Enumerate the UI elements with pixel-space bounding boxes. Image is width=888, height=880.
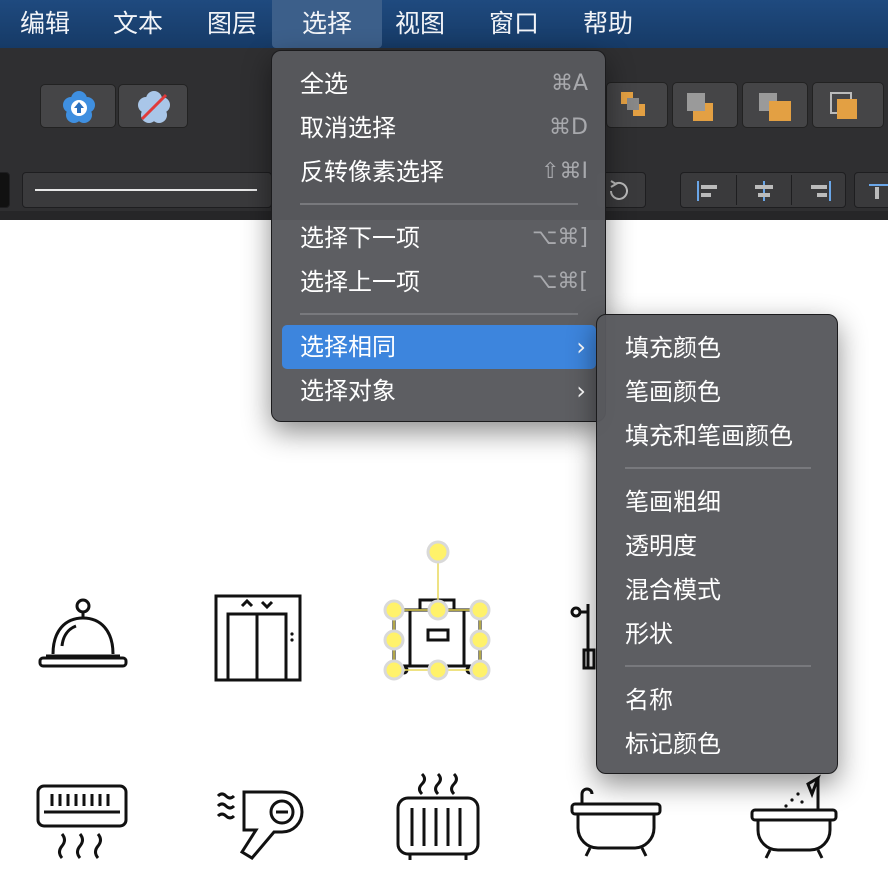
luggage-icon[interactable] — [380, 540, 496, 686]
send-backward-button[interactable] — [672, 82, 738, 128]
chevron-right-icon: › — [576, 377, 586, 405]
service-bell-icon[interactable] — [36, 596, 130, 672]
bathtub-icon[interactable] — [568, 786, 664, 858]
menu-bar: 编辑 文本 图层 选择 视图 窗口 帮助 — [0, 0, 888, 48]
select-menu: 全选 ⌘A 取消选择 ⌘D 反转像素选择 ⇧⌘I 选择下一项 ⌥⌘] 选择上一项… — [271, 50, 606, 422]
submenu-item-opacity[interactable]: 透明度 — [607, 524, 829, 568]
align-right-icon[interactable] — [805, 179, 833, 203]
submenu-item-fill-color[interactable]: 填充颜色 — [607, 326, 829, 370]
submenu-item-shape[interactable]: 形状 — [607, 612, 829, 656]
shortcut-label: ⌥⌘[ — [532, 269, 588, 294]
menu-item-select-object[interactable]: 选择对象 › — [282, 369, 596, 413]
air-conditioner-icon[interactable] — [34, 782, 130, 862]
menu-item-label: 全选 — [300, 70, 348, 98]
flower-no-fill-icon — [138, 91, 170, 123]
menu-edit[interactable]: 编辑 — [0, 0, 90, 48]
shape-upload-button[interactable] — [40, 84, 116, 128]
flower-upload-icon — [63, 91, 95, 123]
arrange-back-icon — [687, 93, 713, 121]
send-to-back-button[interactable] — [812, 82, 884, 128]
menu-item-select-previous[interactable]: 选择上一项 ⌥⌘[ — [282, 260, 588, 304]
shortcut-label: ⌘D — [549, 115, 588, 140]
chevron-right-icon: › — [576, 333, 586, 361]
menu-item-label: 选择下一项 — [300, 224, 420, 252]
menu-item-label: 选择对象 — [300, 377, 396, 405]
menu-item-deselect[interactable]: 取消选择 ⌘D — [282, 106, 588, 150]
shortcut-label: ⇧⌘I — [541, 159, 588, 184]
menu-item-label: 反转像素选择 — [300, 158, 444, 186]
menu-item-invert-pixel-selection[interactable]: 反转像素选择 ⇧⌘I — [282, 150, 588, 194]
stroke-style-field[interactable] — [22, 172, 272, 208]
menu-help[interactable]: 帮助 — [562, 0, 654, 48]
align-top-button[interactable] — [854, 172, 888, 208]
menu-separator — [300, 313, 578, 315]
bring-forward-button[interactable] — [606, 82, 668, 128]
shower-bathtub-icon[interactable] — [746, 770, 842, 860]
submenu-item-stroke-color[interactable]: 笔画颜色 — [607, 370, 829, 414]
submenu-item-name[interactable]: 名称 — [607, 678, 829, 722]
align-group — [680, 172, 846, 208]
menu-separator — [625, 467, 811, 469]
menu-text[interactable]: 文本 — [92, 0, 184, 48]
submenu-item-fill-and-stroke-color[interactable]: 填充和笔画颜色 — [607, 414, 829, 458]
menu-item-select-same[interactable]: 选择相同 › — [282, 325, 596, 369]
bring-to-front-button[interactable] — [742, 82, 808, 128]
menu-item-label: 选择上一项 — [300, 268, 420, 296]
shape-no-fill-button[interactable] — [118, 84, 188, 128]
menu-view[interactable]: 视图 — [374, 0, 466, 48]
shortcut-label: ⌘A — [550, 71, 588, 96]
submenu-item-blend-mode[interactable]: 混合模式 — [607, 568, 829, 612]
heater-icon[interactable] — [394, 770, 482, 862]
color-swatch[interactable] — [0, 172, 10, 208]
shortcut-label: ⌥⌘] — [532, 225, 588, 250]
elevator-icon[interactable] — [212, 592, 304, 684]
submenu-item-tag-color[interactable]: 标记颜色 — [607, 722, 829, 766]
menu-separator — [625, 665, 811, 667]
submenu-item-stroke-width[interactable]: 笔画粗细 — [607, 480, 829, 524]
align-left-icon[interactable] — [695, 179, 723, 203]
select-same-submenu: 填充颜色 笔画颜色 填充和笔画颜色 笔画粗细 透明度 混合模式 形状 名称 标记… — [596, 314, 838, 774]
align-center-icon[interactable] — [750, 179, 778, 203]
menu-window[interactable]: 窗口 — [468, 0, 560, 48]
arrange-bottom-icon — [830, 92, 857, 119]
align-top-icon — [869, 184, 888, 199]
stroke-line-preview — [35, 189, 257, 191]
menu-layer[interactable]: 图层 — [186, 0, 278, 48]
menu-separator — [300, 203, 578, 205]
menu-select[interactable]: 选择 — [272, 0, 382, 48]
arrange-icon — [621, 92, 645, 116]
menu-item-label: 取消选择 — [300, 114, 396, 142]
menu-item-select-all[interactable]: 全选 ⌘A — [282, 62, 588, 106]
hair-dryer-icon[interactable] — [214, 778, 308, 862]
arrange-front-icon — [759, 93, 791, 121]
menu-item-label: 选择相同 — [300, 333, 396, 361]
menu-item-select-next[interactable]: 选择下一项 ⌥⌘] — [282, 216, 588, 260]
